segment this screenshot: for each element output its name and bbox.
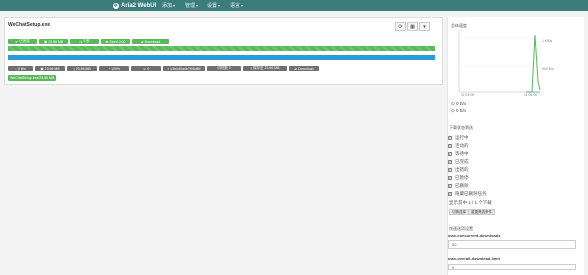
caret-down-icon: ▾: [423, 23, 426, 30]
x-tick-label: 11:04:00: [524, 93, 537, 97]
file-link-badge[interactable]: WeChatSetup.exe/23.56 MB: [8, 75, 57, 81]
refresh-icon: ⟳: [398, 23, 403, 30]
details-row: ↓ 0 B/s ▣ 23.56 MB ⤓ 23.56 MB ◔ 100% ☺ 0 ⌗ c3b…: [8, 66, 319, 71]
hdd-icon: ▣: [40, 66, 44, 71]
folder-icon: ▰: [140, 39, 144, 44]
y-tick-label: 500 B/s: [542, 67, 554, 71]
top-navbar: ✈ Aria2 WebUI 添加▾ 管理▾ 设置▾ 语言▾: [0, 0, 588, 11]
filter-running[interactable]: 运行中: [448, 135, 469, 141]
download-speed-text: ⊙ 0 B/s: [451, 101, 467, 106]
checkbox-checked-icon[interactable]: [448, 175, 452, 180]
x-tick-label: 11:01:00: [461, 93, 474, 97]
speed-chart: 1 KB/s 500 B/s 11:01:00 11:04:00: [456, 30, 576, 98]
filter-waiting[interactable]: 等待中: [448, 151, 469, 157]
max-concurrent-label: max-concurrent-downloads: [448, 233, 501, 238]
filter-hide-removed[interactable]: 隐藏已删除任务: [448, 191, 487, 197]
nav-language[interactable]: 语言▾: [230, 2, 243, 9]
caret-down-icon: ▾: [196, 3, 199, 8]
caret-down-icon: ▾: [218, 3, 221, 8]
checkbox-checked-icon[interactable]: [448, 191, 452, 196]
more-dropdown-button[interactable]: ▾: [419, 22, 430, 31]
filter-removed[interactable]: 已删除: [448, 183, 469, 189]
progress-bar-secondary: [8, 55, 435, 60]
dir-badge: ▰ Download: [289, 66, 319, 71]
grid-icon: ▦: [410, 23, 415, 30]
checkbox-checked-icon[interactable]: [448, 135, 452, 140]
nav-manage[interactable]: 管理▾: [185, 2, 198, 9]
percent-icon: ◔: [107, 66, 111, 71]
checkbox-checked-icon[interactable]: [448, 143, 452, 148]
nav-settings[interactable]: 设置▾: [207, 2, 220, 9]
downloaded-badge: ⤓ 23.56 MB: [67, 66, 97, 71]
caret-down-icon: ▾: [241, 3, 244, 8]
hdd-icon: ▣: [43, 39, 48, 44]
filter-panel-title: 下载状态筛选: [449, 125, 473, 130]
caret-down-icon: ▾: [173, 3, 176, 8]
quick-settings-title: 快速选项设置: [449, 226, 473, 231]
check-icon: ✔: [15, 39, 19, 44]
share-icon: ⇄: [105, 39, 109, 44]
max-concurrent-input[interactable]: 50: [448, 240, 576, 249]
filter-active[interactable]: 活动的: [448, 143, 469, 149]
checkbox-checked-icon[interactable]: [448, 167, 452, 172]
task-filename: WeChatSetup.exe: [8, 22, 51, 28]
download-icon: ⤓: [73, 66, 75, 71]
total-size-badge: ▣ 23.56 MB: [35, 66, 65, 71]
upload-icon: ⤒: [250, 66, 253, 71]
checkbox-checked-icon[interactable]: [448, 159, 452, 164]
details-button[interactable]: ▦: [407, 22, 418, 31]
download-task-panel: WeChatSetup.exe ⟳ ▦ ▾ ✔ 已完成 ▣ 23.56 MB ◷ 0 …: [4, 17, 443, 85]
checkbox-checked-icon[interactable]: [448, 183, 452, 188]
toggle-selection-button[interactable]: 切换选择: [449, 209, 469, 215]
users-icon: ☺: [142, 66, 147, 71]
upload-speed-text: ⊙ 0 B/s: [451, 108, 467, 113]
max-download-limit-label: max-overall-download-limit: [448, 256, 500, 261]
max-download-limit-input[interactable]: 0: [448, 264, 576, 270]
task-actions: ⟳ ▦ ▾: [395, 22, 430, 31]
pieces-badge: 切块数 0: [207, 66, 241, 71]
speed-chart-svg: 1 KB/s 500 B/s 11:01:00 11:04:00: [458, 30, 554, 97]
speed-badge: ↓ 0 B/s: [8, 66, 33, 71]
connections-badge: ☺ 0: [131, 66, 161, 71]
speed-panel-title: 总体速度: [451, 23, 467, 28]
checkbox-checked-icon[interactable]: [448, 151, 452, 156]
reset-filters-button[interactable]: 重置筛选条件: [468, 209, 495, 215]
percent-badge: ◔ 100%: [99, 66, 129, 71]
gid-badge: ⌗ c3b0d0a4b7f05df5f: [163, 66, 205, 71]
seed-badge: ⇄ Seed 0.00: [101, 39, 130, 44]
upload-badge: ⤒ 保存至 23.56 MB: [243, 66, 287, 71]
brand[interactable]: ✈ Aria2 WebUI: [113, 1, 156, 10]
filter-error[interactable]: 出错的: [448, 167, 469, 173]
status-row: ✔ 已完成 ▣ 23.56 MB ◷ 0 秒 ⇄ Seed 0.00 ▰ Download: [8, 39, 169, 44]
progress-bar-main: [8, 46, 435, 51]
status-badge: ✔ 已完成: [8, 39, 37, 44]
filter-complete[interactable]: 已完成: [448, 159, 469, 165]
y-tick-label: 1 KB/s: [542, 39, 553, 43]
clock-icon: ◷: [79, 39, 83, 44]
restart-button[interactable]: ⟳: [395, 22, 406, 31]
brand-label: Aria2 WebUI: [121, 2, 157, 9]
download-count-text: 显示其中 1 / 1 个下载: [449, 200, 492, 205]
size-badge: ▣ 23.56 MB: [39, 39, 68, 44]
folder-badge: ▰ Download: [132, 39, 169, 44]
aria2-logo-icon: ✈: [113, 2, 119, 9]
nav-add[interactable]: 添加▾: [162, 2, 175, 9]
tag-icon: ⌗: [167, 66, 170, 71]
folder-icon: ▰: [294, 66, 298, 71]
arrow-down-icon: ↓: [15, 66, 17, 71]
filter-paused[interactable]: 已暂停: [448, 175, 469, 181]
time-badge: ◷ 0 秒: [70, 39, 99, 44]
